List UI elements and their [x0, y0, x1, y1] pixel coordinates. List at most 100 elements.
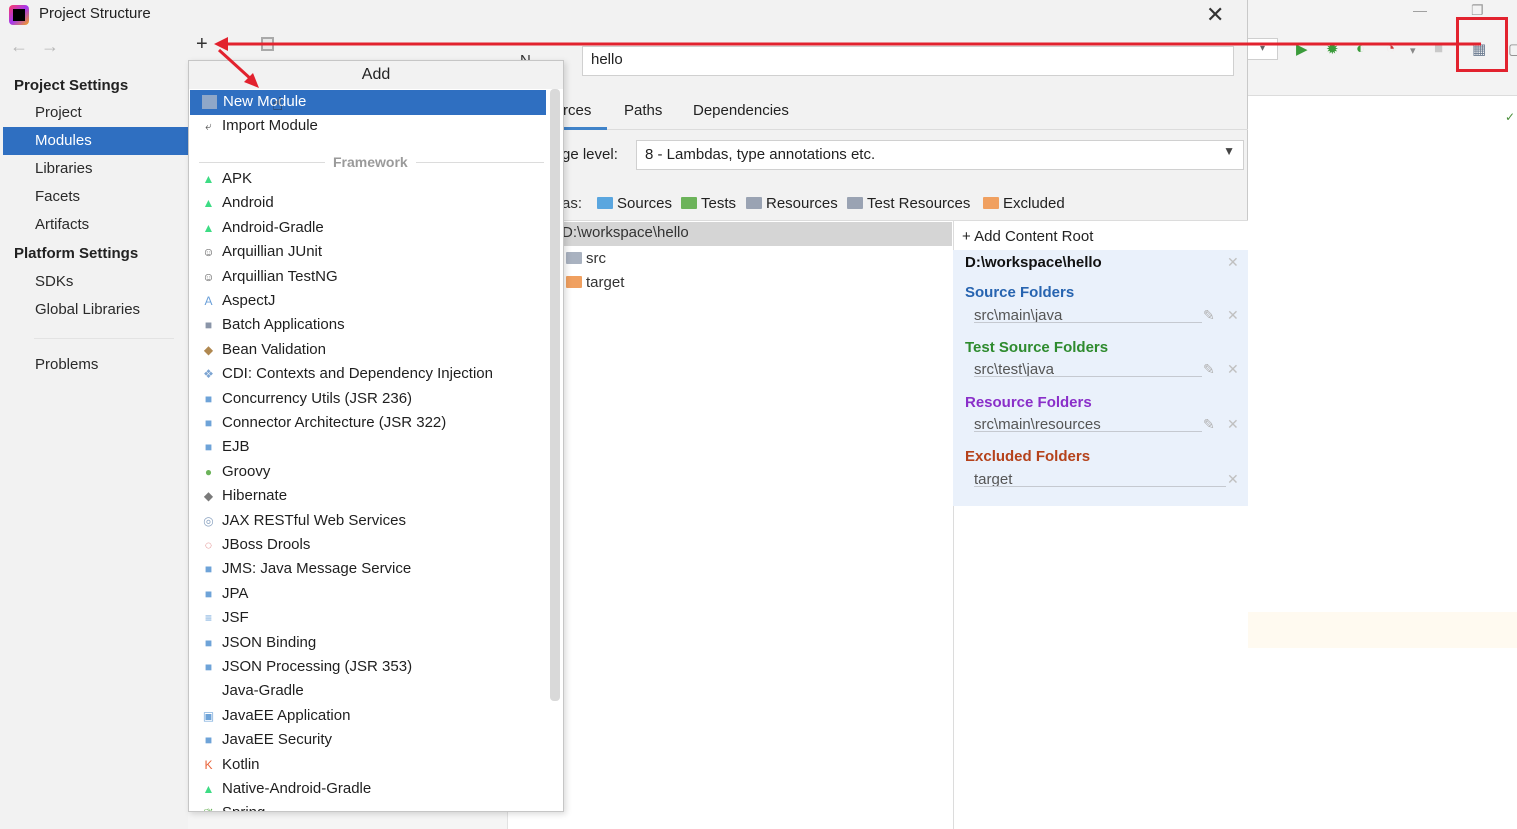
menu-item-aspectj[interactable]: A AspectJ	[189, 289, 547, 314]
menu-item-connector-architecture-jsr-322[interactable]: ■ Connector Architecture (JSR 322)	[189, 411, 547, 436]
menu-item-bean-validation[interactable]: ◆ Bean Validation	[189, 338, 547, 363]
menu-item-jpa[interactable]: ■ JPA	[189, 582, 547, 607]
edit-pencil-icon[interactable]: ✎	[1203, 307, 1215, 324]
resources-folder-icon	[746, 197, 762, 209]
javaee-icon: ■	[204, 562, 213, 577]
mark-excluded-button[interactable]: Excluded	[983, 195, 1065, 212]
menu-item-label: JPA	[222, 584, 249, 602]
folder-underline	[974, 486, 1226, 487]
add-icon[interactable]: +	[196, 33, 208, 56]
popup-scrollbar[interactable]	[550, 89, 560, 701]
dialog-titlebar: Project Structure ✕	[0, 0, 1248, 30]
sidebar-item-project[interactable]: Project	[3, 99, 188, 127]
test-resources-folder-icon	[847, 197, 863, 209]
tab-dependencies[interactable]: Dependencies	[693, 102, 789, 119]
blank-icon	[201, 684, 216, 698]
sidebar-item-sdks[interactable]: SDKs	[3, 268, 188, 296]
cdi-icon: ❖	[203, 367, 214, 382]
android-icon: ▲	[202, 220, 215, 235]
mark-tests-label: Tests	[701, 195, 737, 212]
menu-item-cdi-contexts-and-dependency-injection[interactable]: ❖ CDI: Contexts and Dependency Injection	[189, 362, 547, 387]
edit-pencil-icon[interactable]: ✎	[1203, 416, 1215, 433]
profile-icon[interactable]: ◔	[1386, 40, 1395, 57]
menu-item-label: New Module	[223, 93, 307, 110]
android-icon: ▲	[202, 782, 215, 796]
edit-pencil-icon[interactable]: ✎	[1203, 361, 1215, 378]
menu-item-jax-restful-web-services[interactable]: ◎ JAX RESTful Web Services	[189, 509, 547, 534]
coverage-icon[interactable]: ◐	[1356, 40, 1365, 57]
chevron-down-icon: ▼	[1223, 144, 1235, 158]
menu-item-ejb[interactable]: ■ EJB	[189, 435, 547, 460]
remove-root-icon[interactable]: ✕	[1227, 254, 1239, 271]
sidebar-item-global-libraries[interactable]: Global Libraries	[3, 296, 188, 324]
mark-sources-button[interactable]: Sources	[597, 195, 672, 212]
menu-item-arquillian-junit[interactable]: ☺ Arquillian JUnit	[189, 240, 547, 265]
menu-item-kotlin[interactable]: K Kotlin	[189, 753, 547, 778]
source-folders-heading: Source Folders	[965, 284, 1075, 301]
stop-icon[interactable]: ■	[1434, 40, 1443, 57]
spring-icon: ❦	[201, 806, 216, 811]
menu-item-batch-applications[interactable]: ■ Batch Applications	[189, 313, 547, 338]
active-tab-indicator	[563, 127, 607, 130]
tree-node-target[interactable]: target	[566, 274, 624, 291]
tab-paths[interactable]: Paths	[624, 102, 662, 119]
copy-icon[interactable]	[261, 37, 274, 51]
menu-item-hibernate[interactable]: ◆ Hibernate	[189, 484, 547, 509]
menu-item-label: Kotlin	[222, 755, 260, 773]
menu-item-label: APK	[222, 170, 253, 187]
project-settings-header: Project Settings	[14, 77, 129, 94]
remove-folder-icon[interactable]: ✕	[1227, 471, 1239, 488]
jpa-icon: ■	[204, 586, 213, 601]
tree-root-node[interactable]: D:\workspace\hello	[554, 222, 952, 246]
sidebar-item-modules[interactable]: Modules	[3, 127, 188, 155]
tab-sources[interactable]: rces	[563, 102, 591, 119]
language-level-select[interactable]: 8 - Lambdas, type annotations etc. ▼	[636, 140, 1244, 170]
sidebar-item-libraries[interactable]: Libraries	[3, 155, 188, 183]
sidebar-item-artifacts[interactable]: Artifacts	[3, 211, 188, 239]
remove-folder-icon[interactable]: ✕	[1227, 416, 1239, 433]
menu-item-spring[interactable]: ❦ Spring	[189, 801, 547, 811]
arquillian-icon: ☺	[202, 269, 215, 284]
remove-folder-icon[interactable]: ✕	[1227, 361, 1239, 378]
menu-item-apk[interactable]: ▲ APK	[189, 167, 547, 192]
menu-item-javaee-application[interactable]: ▣ JavaEE Application	[189, 704, 547, 729]
run-icon[interactable]: ▶	[1296, 40, 1308, 58]
module-name-input[interactable]: hello	[582, 46, 1234, 76]
back-arrow-icon[interactable]: ←	[10, 36, 28, 57]
debug-icon[interactable]: ✹	[1326, 40, 1339, 58]
menu-item-java-gradle[interactable]: Java-Gradle	[189, 679, 547, 704]
folder-underline	[974, 322, 1202, 323]
run-config-select[interactable]: ▾	[1248, 38, 1278, 60]
remove-folder-icon[interactable]: ✕	[1227, 307, 1239, 324]
menu-item-jsf[interactable]: ≡ JSF	[189, 606, 547, 631]
mark-tests-button[interactable]: Tests	[681, 195, 736, 212]
close-icon[interactable]: ✕	[1206, 2, 1224, 28]
menu-item-groovy[interactable]: ● Groovy	[189, 460, 547, 485]
menu-item-android[interactable]: ▲ Android	[189, 191, 547, 216]
menu-item-concurrency-utils-jsr-236[interactable]: ■ Concurrency Utils (JSR 236)	[189, 387, 547, 412]
sidebar-item-facets[interactable]: Facets	[3, 183, 188, 211]
menu-item-arquillian-testng[interactable]: ☺ Arquillian TestNG	[189, 265, 547, 290]
menu-item-import-module[interactable]: ⤶ Import Module	[189, 114, 547, 139]
forward-arrow-icon[interactable]: →	[41, 36, 59, 57]
chevron-down-icon[interactable]: ▾	[1410, 44, 1416, 57]
search-everywhere-icon[interactable]: ▢	[1508, 40, 1517, 58]
menu-item-native-android-gradle[interactable]: ▲ Native-Android-Gradle	[189, 777, 547, 802]
menu-item-json-binding[interactable]: ■ JSON Binding	[189, 631, 547, 656]
menu-item-label: Android-Gradle	[222, 218, 324, 236]
mark-resources-button[interactable]: Resources	[746, 195, 838, 212]
tree-node-src[interactable]: src	[566, 250, 606, 267]
add-content-root-button[interactable]: + Add Content Root	[962, 228, 1093, 245]
menu-item-jms-java-message-service[interactable]: ■ JMS: Java Message Service	[189, 557, 547, 582]
folder-tree	[508, 220, 954, 829]
menu-item-jboss-drools[interactable]: ◌ JBoss Drools	[189, 533, 547, 558]
minimize-icon[interactable]: —	[1413, 2, 1427, 18]
sidebar-item-problems[interactable]: Problems	[3, 351, 188, 379]
menu-item-new-module[interactable]: New Module	[190, 90, 546, 115]
menu-item-android-gradle[interactable]: ▲ Android-Gradle	[189, 216, 547, 241]
menu-item-javaee-security[interactable]: ■ JavaEE Security	[189, 728, 547, 753]
mark-test-resources-button[interactable]: Test Resources	[847, 195, 970, 212]
menu-item-json-processing-jsr-353[interactable]: ■ JSON Processing (JSR 353)	[189, 655, 547, 680]
remove-icon[interactable]: −	[229, 34, 241, 57]
folder-icon	[566, 276, 582, 288]
